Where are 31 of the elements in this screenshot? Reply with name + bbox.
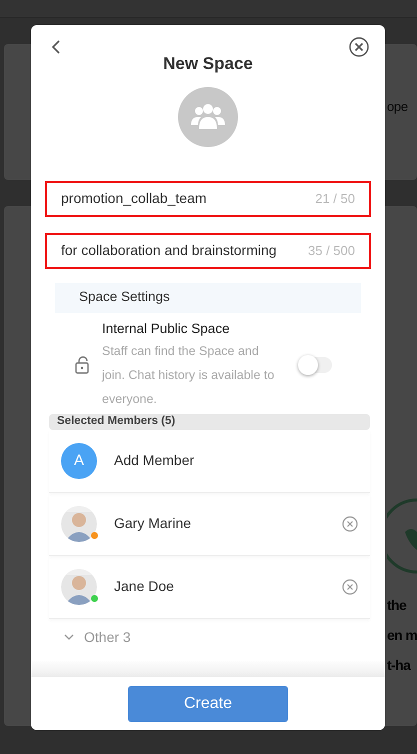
avatar: A — [61, 442, 97, 479]
option-title: Internal Public Space — [102, 320, 231, 338]
member-name: Gary Marine — [114, 514, 192, 534]
toggle-switch[interactable] — [298, 356, 332, 373]
text-field[interactable]: promotion_collab_team 21 / 50 — [45, 180, 371, 216]
close-icon[interactable] — [349, 37, 369, 57]
member-row[interactable]: Gary Marine — [49, 492, 370, 556]
lock-icon — [75, 356, 89, 374]
section-header: Selected Members (5) — [49, 414, 370, 430]
option-description: Staff can find the Space and join. Chat history is available to everyone. — [102, 342, 276, 408]
character-counter: 21 / 50 — [315, 190, 355, 208]
remove-icon[interactable] — [342, 516, 358, 532]
background-text: ope — [387, 98, 408, 116]
input-text[interactable]: promotion_collab_team — [61, 188, 308, 209]
input-text[interactable]: for collaboration and brainstorming — [61, 240, 300, 261]
dialog-title: New Space — [162, 53, 254, 75]
section-header: Space Settings — [55, 282, 361, 312]
create-button[interactable]: Create — [128, 686, 288, 722]
remove-icon[interactable] — [342, 578, 358, 595]
character-counter: 35 / 500 — [308, 242, 355, 260]
back-icon[interactable] — [51, 39, 61, 55]
member-row[interactable]: Jane Doe — [49, 556, 370, 619]
member-name: Add Member — [114, 451, 196, 470]
group-icon — [188, 102, 228, 130]
member-name: Jane Doe — [114, 577, 175, 596]
background-text: t-ha — [387, 656, 410, 675]
background-text: en m — [387, 626, 417, 645]
text-field[interactable]: for collaboration and brainstorming 35 / 500 — [45, 232, 371, 268]
chevron-icon — [63, 632, 75, 642]
member-row[interactable]: A Add Member — [49, 430, 370, 493]
background-text: the — [387, 596, 406, 615]
